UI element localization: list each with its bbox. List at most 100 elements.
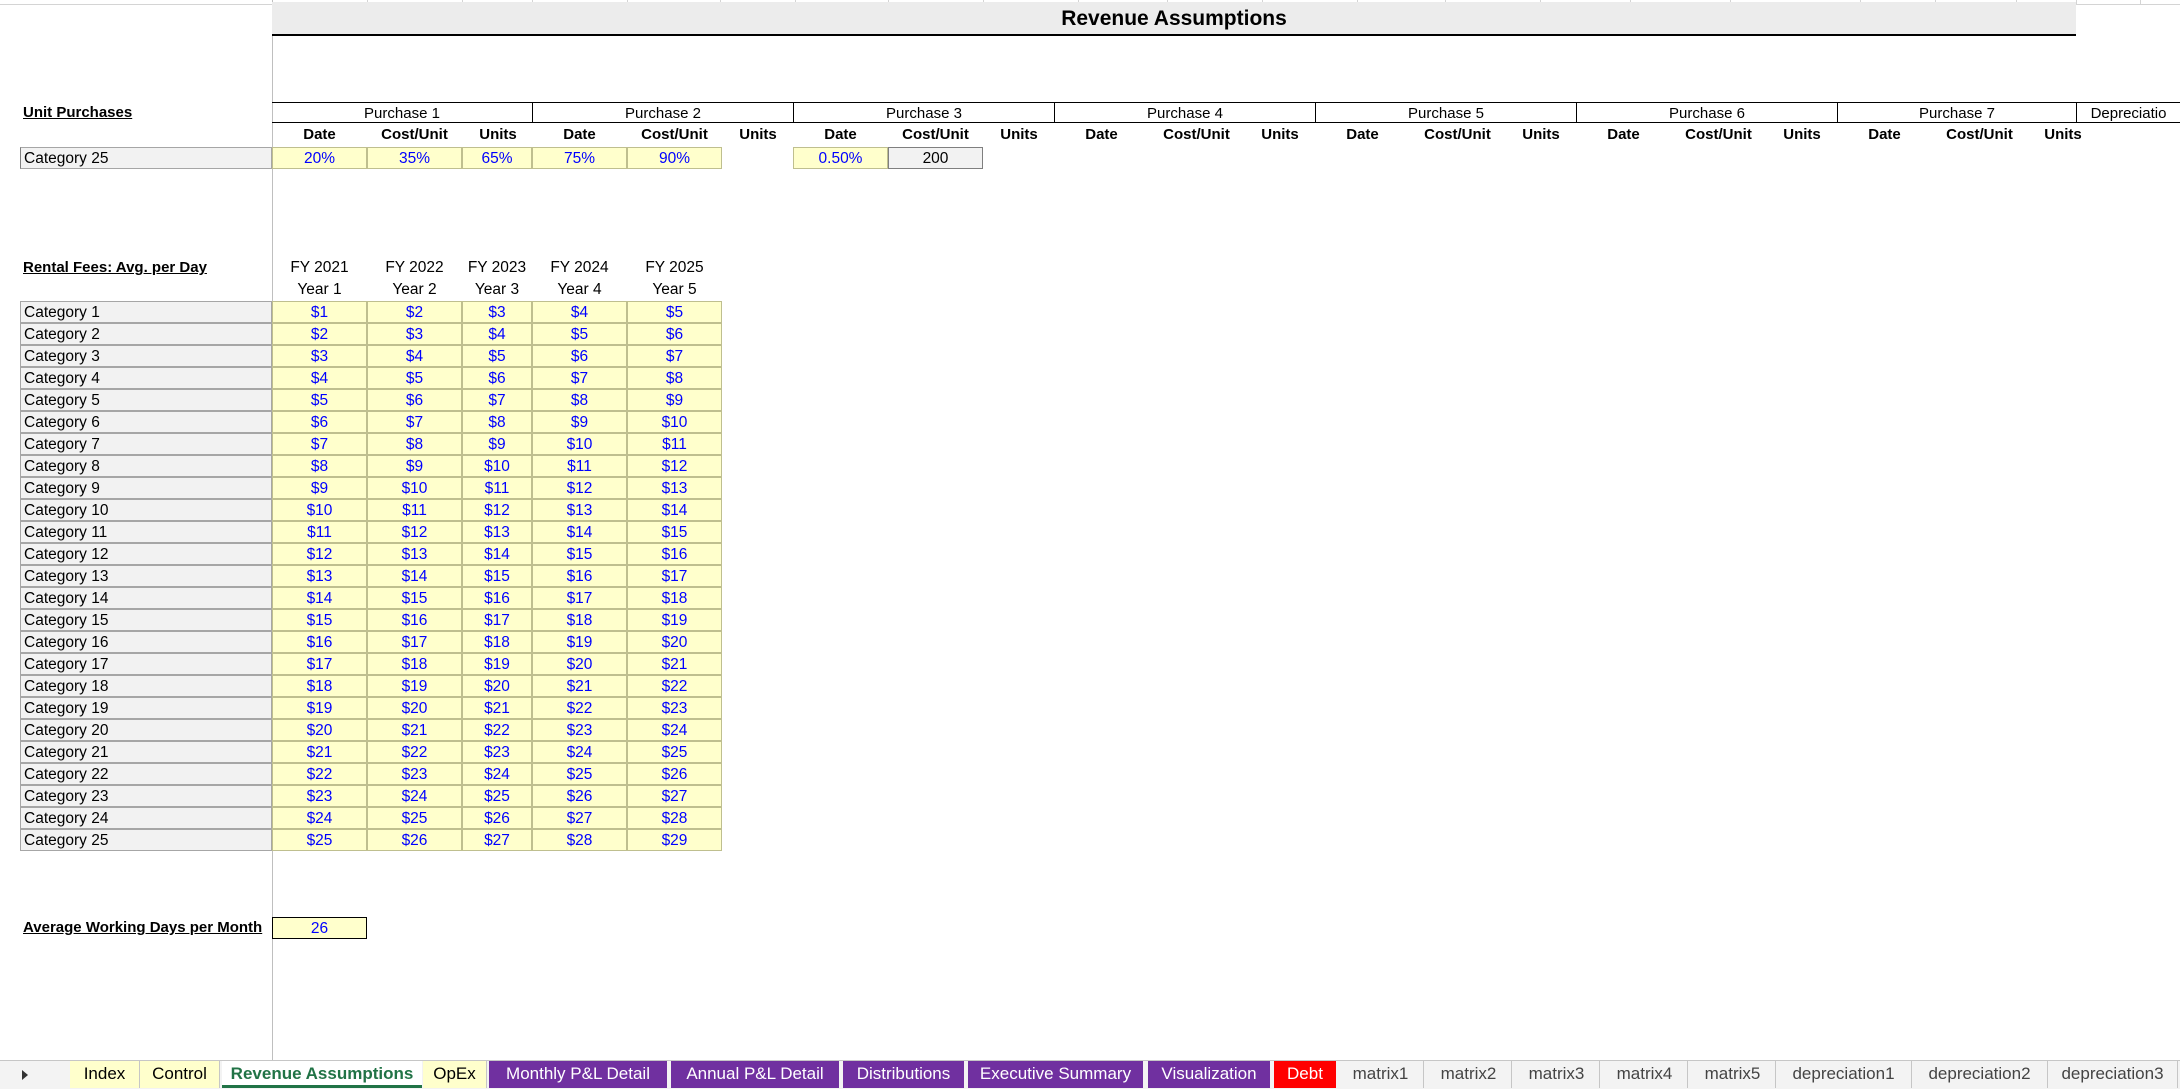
- rental-fee-cell[interactable]: $17: [367, 631, 462, 653]
- rental-fee-cell[interactable]: $4: [367, 345, 462, 367]
- rental-fee-cell[interactable]: $20: [532, 653, 627, 675]
- sheet-tab-matrix3[interactable]: matrix3: [1514, 1061, 1600, 1088]
- rental-fee-cell[interactable]: $16: [367, 609, 462, 631]
- rental-fee-cell[interactable]: $28: [627, 807, 722, 829]
- rental-fee-cell[interactable]: $12: [627, 455, 722, 477]
- rental-fee-cell[interactable]: $7: [462, 389, 532, 411]
- rental-fee-cell[interactable]: $24: [272, 807, 367, 829]
- rental-fee-cell[interactable]: $26: [627, 763, 722, 785]
- rental-fee-cell[interactable]: $21: [627, 653, 722, 675]
- rental-fee-cell[interactable]: $23: [462, 741, 532, 763]
- rental-fee-cell[interactable]: $17: [462, 609, 532, 631]
- rental-fee-cell[interactable]: $8: [532, 389, 627, 411]
- rental-fee-cell[interactable]: $21: [532, 675, 627, 697]
- rental-fee-cell[interactable]: $24: [532, 741, 627, 763]
- rental-fee-cell[interactable]: $7: [627, 345, 722, 367]
- rental-fee-cell[interactable]: $19: [627, 609, 722, 631]
- rental-fee-cell[interactable]: $2: [272, 323, 367, 345]
- sheet-tab-matrix2[interactable]: matrix2: [1426, 1061, 1512, 1088]
- rental-fee-cell[interactable]: $18: [462, 631, 532, 653]
- rental-fee-cell[interactable]: $24: [367, 785, 462, 807]
- rental-fee-cell[interactable]: $3: [462, 301, 532, 323]
- rental-fee-cell[interactable]: $9: [462, 433, 532, 455]
- rental-fee-cell[interactable]: $8: [367, 433, 462, 455]
- rental-fee-cell[interactable]: $24: [627, 719, 722, 741]
- unit-purchase-extra-cell[interactable]: 0.50%: [793, 147, 888, 169]
- working-days-cell[interactable]: 26: [272, 917, 367, 939]
- rental-fee-cell[interactable]: $22: [532, 697, 627, 719]
- rental-fee-cell[interactable]: $13: [627, 477, 722, 499]
- rental-fee-cell[interactable]: $13: [532, 499, 627, 521]
- sheet-tab-matrix1[interactable]: matrix1: [1338, 1061, 1424, 1088]
- rental-fee-cell[interactable]: $16: [532, 565, 627, 587]
- rental-fee-cell[interactable]: $17: [627, 565, 722, 587]
- rental-fee-cell[interactable]: $4: [272, 367, 367, 389]
- sheet-tab-matrix4[interactable]: matrix4: [1602, 1061, 1688, 1088]
- rental-fee-cell[interactable]: $6: [627, 323, 722, 345]
- rental-fee-cell[interactable]: $9: [272, 477, 367, 499]
- rental-fee-cell[interactable]: $9: [627, 389, 722, 411]
- rental-fee-cell[interactable]: $9: [367, 455, 462, 477]
- rental-fee-cell[interactable]: $25: [532, 763, 627, 785]
- scroll-tabs-right-icon[interactable]: [22, 1070, 28, 1080]
- rental-fee-cell[interactable]: $21: [462, 697, 532, 719]
- rental-fee-cell[interactable]: $26: [462, 807, 532, 829]
- rental-fee-cell[interactable]: $25: [367, 807, 462, 829]
- rental-fee-cell[interactable]: $4: [532, 301, 627, 323]
- sheet-tab-depreciation2[interactable]: depreciation2: [1912, 1061, 2048, 1088]
- rental-fee-cell[interactable]: $27: [627, 785, 722, 807]
- rental-fee-cell[interactable]: $3: [367, 323, 462, 345]
- rental-fee-cell[interactable]: $18: [532, 609, 627, 631]
- rental-fee-cell[interactable]: $10: [532, 433, 627, 455]
- unit-purchase-cell[interactable]: 90%: [627, 147, 722, 169]
- rental-fee-cell[interactable]: $5: [462, 345, 532, 367]
- rental-fee-cell[interactable]: $16: [272, 631, 367, 653]
- rental-fee-cell[interactable]: $22: [627, 675, 722, 697]
- unit-purchase-cell[interactable]: 75%: [532, 147, 627, 169]
- rental-fee-cell[interactable]: $19: [532, 631, 627, 653]
- rental-fee-cell[interactable]: $7: [532, 367, 627, 389]
- rental-fee-cell[interactable]: $16: [627, 543, 722, 565]
- rental-fee-cell[interactable]: $25: [627, 741, 722, 763]
- rental-fee-cell[interactable]: $12: [272, 543, 367, 565]
- sheet-tab-visualization[interactable]: Visualization: [1148, 1061, 1272, 1088]
- rental-fee-cell[interactable]: $15: [627, 521, 722, 543]
- rental-fee-cell[interactable]: $8: [462, 411, 532, 433]
- rental-fee-cell[interactable]: $11: [627, 433, 722, 455]
- rental-fee-cell[interactable]: $5: [367, 367, 462, 389]
- rental-fee-cell[interactable]: $18: [272, 675, 367, 697]
- rental-fee-cell[interactable]: $26: [532, 785, 627, 807]
- rental-fee-cell[interactable]: $7: [272, 433, 367, 455]
- rental-fee-cell[interactable]: $13: [272, 565, 367, 587]
- rental-fee-cell[interactable]: $20: [627, 631, 722, 653]
- rental-fee-cell[interactable]: $12: [462, 499, 532, 521]
- rental-fee-cell[interactable]: $17: [532, 587, 627, 609]
- rental-fee-cell[interactable]: $5: [532, 323, 627, 345]
- rental-fee-cell[interactable]: $6: [462, 367, 532, 389]
- rental-fee-cell[interactable]: $14: [367, 565, 462, 587]
- rental-fee-cell[interactable]: $10: [367, 477, 462, 499]
- unit-purchase-extra-cell[interactable]: 200: [888, 147, 983, 169]
- rental-fee-cell[interactable]: $2: [367, 301, 462, 323]
- rental-fee-cell[interactable]: $16: [462, 587, 532, 609]
- rental-fee-cell[interactable]: $11: [462, 477, 532, 499]
- rental-fee-cell[interactable]: $11: [367, 499, 462, 521]
- sheet-tab-matrix5[interactable]: matrix5: [1690, 1061, 1776, 1088]
- rental-fee-cell[interactable]: $10: [462, 455, 532, 477]
- rental-fee-cell[interactable]: $24: [462, 763, 532, 785]
- rental-fee-cell[interactable]: $12: [532, 477, 627, 499]
- rental-fee-cell[interactable]: $6: [532, 345, 627, 367]
- rental-fee-cell[interactable]: $5: [272, 389, 367, 411]
- rental-fee-cell[interactable]: $20: [462, 675, 532, 697]
- unit-purchase-cell[interactable]: 65%: [462, 147, 532, 169]
- rental-fee-cell[interactable]: $23: [367, 763, 462, 785]
- sheet-tab-index[interactable]: Index: [70, 1061, 140, 1088]
- rental-fee-cell[interactable]: $13: [367, 543, 462, 565]
- sheet-tab-executive-summary[interactable]: Executive Summary: [968, 1061, 1145, 1088]
- rental-fee-cell[interactable]: $8: [272, 455, 367, 477]
- rental-fee-cell[interactable]: $26: [367, 829, 462, 851]
- rental-fee-cell[interactable]: $8: [627, 367, 722, 389]
- rental-fee-cell[interactable]: $19: [367, 675, 462, 697]
- rental-fee-cell[interactable]: $4: [462, 323, 532, 345]
- rental-fee-cell[interactable]: $17: [272, 653, 367, 675]
